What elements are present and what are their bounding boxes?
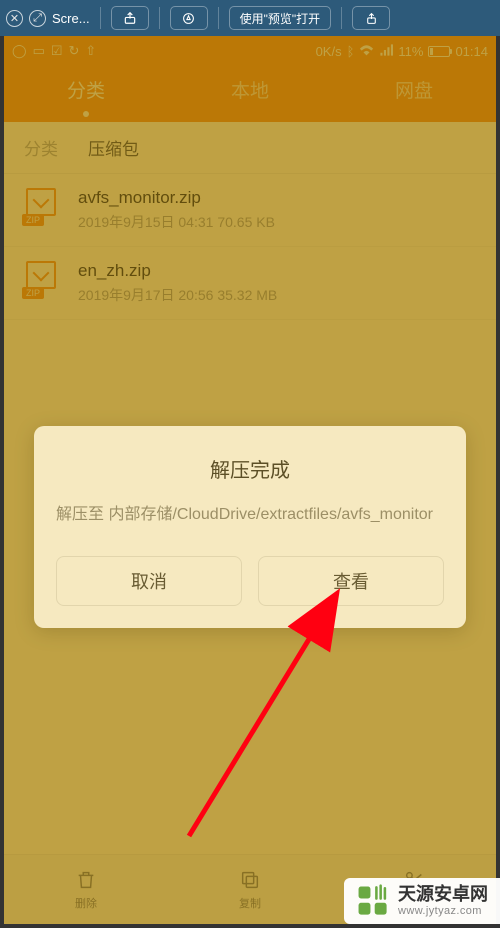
extract-complete-dialog: 解压完成 解压至 内部存储/CloudDrive/extractfiles/av… (34, 426, 466, 628)
watermark-name: 天源安卓网 (398, 885, 488, 905)
checkbox-icon: ☑ (51, 43, 63, 59)
dialog-message: 解压至 内部存储/CloudDrive/extractfiles/avfs_mo… (56, 503, 444, 528)
copy-icon (238, 868, 262, 892)
breadcrumb: 分类 压缩包 (4, 122, 496, 174)
top-tabs: 分类 本地 网盘 (4, 66, 496, 122)
zip-file-icon: ZIP (22, 188, 62, 226)
file-meta: 2019年9月17日 20:56 35.32 MB (78, 285, 277, 305)
circle-icon: ◯ (12, 43, 27, 59)
tab-cloud[interactable]: 网盘 (332, 76, 496, 103)
file-name: avfs_monitor.zip (78, 188, 275, 208)
trash-icon (74, 868, 98, 892)
tab-local[interactable]: 本地 (168, 76, 332, 103)
battery-icon (428, 46, 450, 57)
zip-badge: ZIP (22, 214, 44, 226)
battery-percent: 11% (398, 44, 423, 59)
upload-icon: ⇧ (85, 43, 96, 59)
tab-category[interactable]: 分类 (4, 76, 168, 103)
file-meta: 2019年9月15日 04:31 70.65 KB (78, 212, 275, 232)
watermark-url: www.jytyaz.com (398, 905, 488, 917)
status-right: 0K/s ᛒ 11% 01:14 (316, 44, 488, 59)
close-icon[interactable]: ✕ (6, 10, 23, 27)
phone-screenshot: ◯ ▭ ☑ ↻ ⇧ 0K/s ᛒ 11% 01:14 分类 本地 网盘 (4, 36, 496, 924)
separator (100, 7, 101, 29)
file-item[interactable]: ZIP avfs_monitor.zip 2019年9月15日 04:31 70… (4, 174, 496, 247)
action-label: 删除 (75, 895, 97, 911)
chat-icon: ▭ (33, 43, 45, 59)
clock-time: 01:14 (455, 44, 488, 59)
file-info: avfs_monitor.zip 2019年9月15日 04:31 70.65 … (78, 188, 275, 232)
status-left-icons: ◯ ▭ ☑ ↻ ⇧ (12, 43, 96, 59)
wifi-icon (359, 44, 374, 59)
tab-label: 分类 (67, 81, 105, 102)
share-up-icon (365, 12, 378, 25)
refresh-icon: ↻ (69, 43, 80, 59)
bluetooth-icon: ᛒ (347, 44, 355, 59)
zip-badge: ZIP (22, 287, 44, 299)
cancel-button[interactable]: 取消 (56, 556, 242, 606)
separator (159, 7, 160, 29)
action-label: 复制 (239, 895, 261, 911)
breadcrumb-item[interactable]: 分类 (24, 135, 58, 160)
watermark: 天源安卓网 www.jytyaz.com (344, 878, 500, 924)
active-indicator (83, 111, 89, 117)
separator (218, 7, 219, 29)
markup-button[interactable] (170, 6, 208, 30)
delete-button[interactable]: 删除 (74, 868, 98, 911)
zip-file-icon: ZIP (22, 261, 62, 299)
view-button[interactable]: 查看 (258, 556, 444, 606)
pencil-icon (182, 12, 195, 25)
annotation-arrow (139, 606, 339, 851)
separator (341, 7, 342, 29)
open-with-preview-button[interactable]: 使用"预览"打开 (229, 6, 332, 30)
share-box-icon (123, 11, 137, 25)
share-button[interactable] (111, 6, 149, 30)
watermark-logo-icon (356, 884, 390, 918)
file-name: en_zh.zip (78, 261, 277, 281)
expand-icon[interactable]: ⤢ (29, 10, 46, 27)
copy-button[interactable]: 复制 (238, 868, 262, 911)
breadcrumb-item-current[interactable]: 压缩包 (88, 135, 139, 160)
preview-app-toolbar: ✕ ⤢ Scre... 使用"预览"打开 (0, 0, 500, 36)
dialog-title: 解压完成 (56, 454, 444, 483)
signal-icon (379, 44, 393, 59)
share-button-2[interactable] (352, 6, 390, 30)
file-info: en_zh.zip 2019年9月17日 20:56 35.32 MB (78, 261, 277, 305)
network-speed: 0K/s (316, 44, 342, 59)
file-item[interactable]: ZIP en_zh.zip 2019年9月17日 20:56 35.32 MB (4, 247, 496, 320)
android-status-bar: ◯ ▭ ☑ ↻ ⇧ 0K/s ᛒ 11% 01:14 (4, 36, 496, 66)
toolbar-filename: Scre... (52, 11, 90, 26)
